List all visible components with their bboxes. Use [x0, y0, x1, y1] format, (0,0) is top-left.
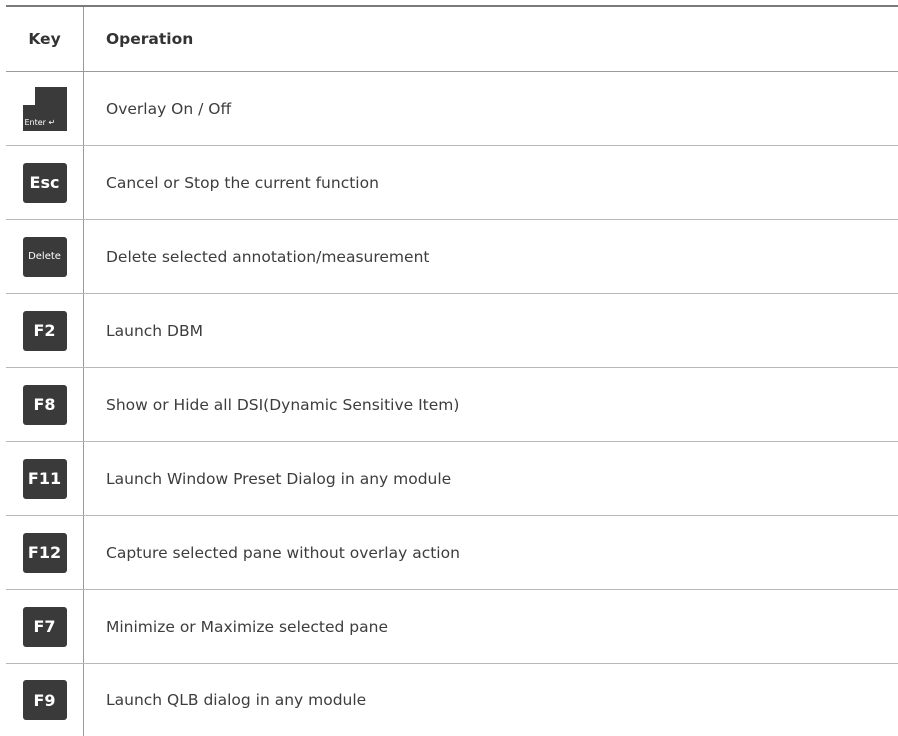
- shortcut-table: Key Operation Enter ↵ Overlay On / Off E…: [6, 5, 898, 736]
- key-cell: F12: [6, 516, 84, 589]
- f9-key-icon: F9: [22, 680, 67, 720]
- f12-key-icon: F12: [22, 532, 67, 573]
- operation-text: Launch Window Preset Dialog in any modul…: [106, 469, 452, 488]
- key-cell: F9: [6, 664, 84, 736]
- key-cell: F2: [6, 294, 84, 367]
- f8-key-icon: F8: [22, 384, 67, 425]
- key-cell: Delete: [6, 220, 84, 293]
- table-row: F12 Capture selected pane without overla…: [6, 516, 898, 590]
- key-cell: Esc: [6, 146, 84, 219]
- operation-text: Overlay On / Off: [106, 99, 232, 118]
- table-row: F7 Minimize or Maximize selected pane: [6, 590, 898, 664]
- table-row: F9 Launch QLB dialog in any module: [6, 664, 898, 736]
- f11-key-icon: F11: [22, 458, 67, 499]
- key-cell: F8: [6, 368, 84, 441]
- enter-key-label: Enter ↵: [24, 117, 56, 127]
- table-row: Delete Delete selected annotation/measur…: [6, 220, 898, 294]
- table-row: Enter ↵ Overlay On / Off: [6, 72, 898, 146]
- operation-text: Capture selected pane without overlay ac…: [106, 543, 460, 562]
- esc-key-icon: Esc: [22, 162, 67, 203]
- operation-text: Launch DBM: [106, 321, 203, 340]
- key-cell: F11: [6, 442, 84, 515]
- table-row: F11 Launch Window Preset Dialog in any m…: [6, 442, 898, 516]
- delete-key-icon: Delete: [22, 236, 67, 277]
- f7-key-icon: F7: [22, 606, 67, 647]
- enter-key-icon: Enter ↵: [21, 85, 69, 133]
- operation-text: Show or Hide all DSI(Dynamic Sensitive I…: [106, 395, 460, 414]
- header-operation: Operation: [106, 30, 194, 48]
- operation-text: Minimize or Maximize selected pane: [106, 617, 389, 636]
- table-row: F2 Launch DBM: [6, 294, 898, 368]
- key-cell: Enter ↵: [6, 72, 84, 145]
- table-row: Esc Cancel or Stop the current function: [6, 146, 898, 220]
- f2-key-icon: F2: [22, 310, 67, 351]
- operation-text: Launch QLB dialog in any module: [106, 691, 367, 709]
- table-row: F8 Show or Hide all DSI(Dynamic Sensitiv…: [6, 368, 898, 442]
- key-cell: F7: [6, 590, 84, 663]
- operation-text: Cancel or Stop the current function: [106, 173, 379, 192]
- table-header-row: Key Operation: [6, 7, 898, 72]
- operation-text: Delete selected annotation/measurement: [106, 247, 430, 266]
- header-key: Key: [6, 7, 84, 71]
